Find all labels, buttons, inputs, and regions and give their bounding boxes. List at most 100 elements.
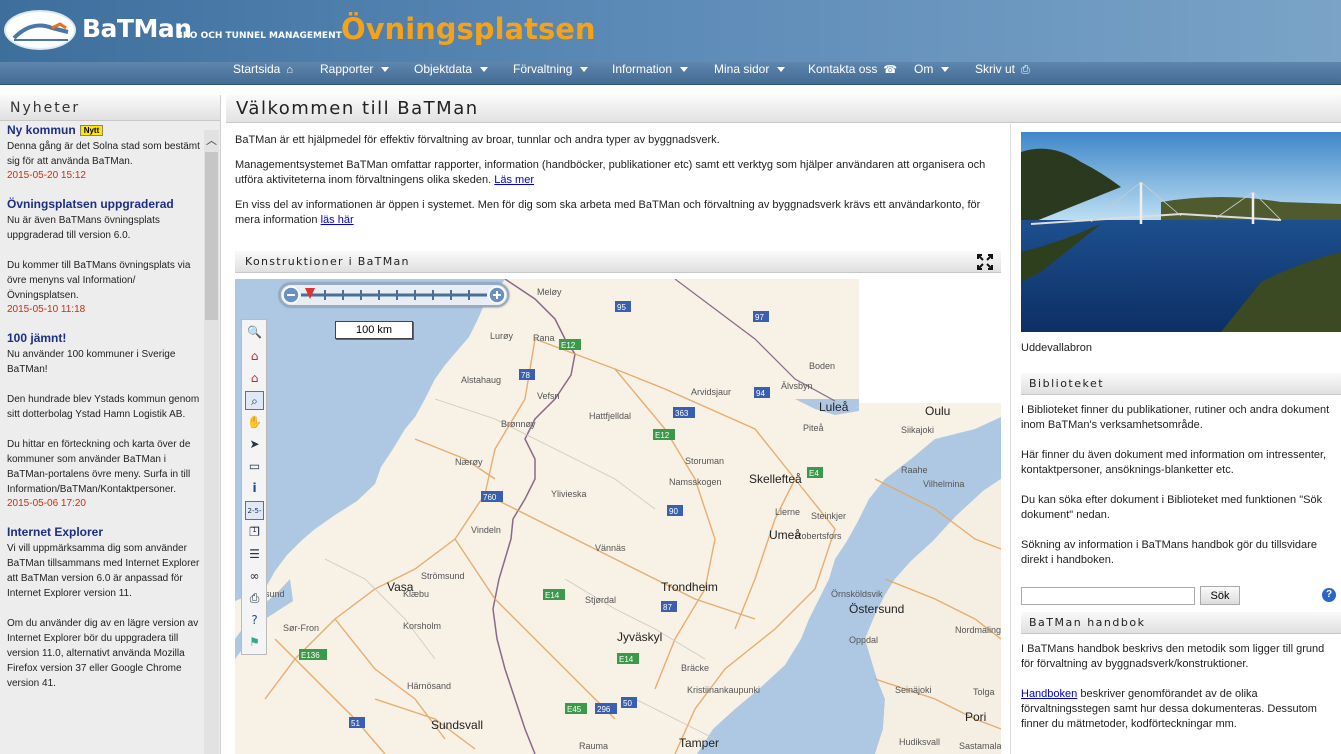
batman-logo[interactable] [4, 10, 76, 50]
home-icon: ⌂ [286, 64, 294, 76]
zoom-slider[interactable] [279, 283, 509, 307]
chevron-up-icon[interactable]: ︿ [206, 132, 217, 148]
place-label: Klæbu [403, 589, 429, 599]
news-paragraph: Du kommer till BaTMans övningsplats via … [7, 260, 191, 301]
news-panel: Nyheter Ny kommun Nytt Denna gång är det S… [0, 95, 221, 754]
search-button[interactable]: Sök [1200, 586, 1240, 605]
news-paragraph: Du hittar en förteckning och karta över … [7, 439, 191, 495]
news-title[interactable]: Internet Explorer [7, 525, 203, 539]
place-label: Oulu [925, 404, 950, 418]
news-title[interactable]: Övningsplatsen uppgraderad [7, 197, 203, 211]
bridge-logo-icon [12, 22, 69, 41]
read-more-link[interactable]: Läs mer [494, 174, 534, 186]
pointer-icon[interactable]: ➤ [245, 435, 264, 454]
structures-map[interactable]: Meløy Rana Boden Luleå Oulu Lurøy Arvidsjaur Äl… [235, 279, 1001, 754]
nav-startsida[interactable]: Startsida ⌂ [233, 62, 293, 85]
zoom-100-icon[interactable]: 🔍 [245, 323, 264, 342]
news-body: Nu använder 100 kommuner i Sverige BaTMa… [7, 347, 203, 497]
library-paragraph: Du kan söka efter dokument i Biblioteket… [1021, 494, 1323, 521]
news-paragraph: Nu är även BaTMans övningsplats uppgrade… [7, 215, 160, 241]
place-label: Hattfjelldal [589, 411, 631, 421]
help-icon[interactable]: ? [1322, 588, 1336, 602]
page-title: Välkommen till BaTMan [226, 95, 1341, 123]
place-label: Vilhelmina [923, 479, 964, 489]
brand-subtitle: BRO OCH TUNNEL MANAGEMENT [176, 31, 342, 41]
coordinates-icon[interactable]: 2-5-1 [245, 501, 264, 534]
handbook-link[interactable]: Handboken [1021, 688, 1077, 700]
place-label: Älvsbyn [781, 381, 813, 391]
road-number: 50 [623, 699, 632, 708]
fullscreen-icon[interactable] [977, 254, 993, 273]
scrollbar-thumb[interactable] [205, 152, 218, 320]
place-label: Vindeln [471, 525, 501, 535]
place-label: Boden [809, 361, 835, 371]
handbook-text: I BaTMans handbok beskrivs den metodik s… [1021, 642, 1336, 747]
map-toolbar: 🔍 ⌂ ⌂ ⌕ ✋ ➤ ▭ i 2-5-1 ❐ ☰ ∞ ⎙ ? ⚑ [241, 319, 267, 655]
nav-skriv-ut[interactable]: Skriv ut ⎙ [975, 62, 1030, 85]
nav-forvaltning[interactable]: Förvaltning [513, 62, 589, 85]
measure-icon[interactable]: ▭ [245, 457, 264, 476]
handbook-heading: BaTMan handbok [1021, 612, 1341, 634]
news-item: 100 jämnt! Nu använder 100 kommuner i Sve… [3, 331, 203, 511]
bridge-caption: Uddevallabron [1021, 342, 1092, 354]
info-icon[interactable]: i [245, 479, 264, 498]
zoom-tool-icon[interactable]: ⌕ [245, 391, 264, 410]
road-number: 87 [663, 603, 672, 612]
news-title[interactable]: Ny kommun Nytt [7, 123, 203, 137]
binoculars-icon[interactable]: ∞ [245, 567, 264, 586]
legend-list-icon[interactable]: ☰ [245, 545, 264, 564]
place-label: Skellefteå [749, 472, 802, 486]
news-title-text[interactable]: Ny kommun [7, 123, 76, 137]
map-heading: Konstruktioner i BaTMan [235, 251, 1001, 273]
home-check-icon[interactable]: ⌂ [245, 369, 264, 388]
news-title[interactable]: 100 jämnt! [7, 331, 203, 345]
road-number: 78 [521, 371, 530, 380]
news-paragraph: Om du använder dig av en lägre version a… [7, 618, 199, 689]
road-number: 90 [669, 507, 678, 516]
place-label: Lurøy [490, 331, 514, 341]
home-back-icon[interactable]: ⌂ [245, 347, 264, 366]
nav-mina-sidor[interactable]: Mina sidor [714, 62, 786, 85]
map-marker-icon[interactable]: ⚑ [245, 633, 264, 652]
intro-text-2: Managementsystemet BaTMan omfattar rappo… [235, 159, 986, 186]
layers-icon[interactable]: ❐ [245, 523, 264, 542]
road-number: 363 [675, 409, 689, 418]
news-date: 2015-05-06 17:20 [7, 498, 86, 509]
site-header: BaTMan BRO OCH TUNNEL MANAGEMENT Övnings… [0, 0, 1341, 62]
nav-information[interactable]: Information [612, 62, 689, 85]
help-icon[interactable]: ? [245, 611, 264, 630]
place-label: Kristiinankaupunki [687, 685, 760, 695]
column-divider [1010, 124, 1011, 754]
news-paragraph: Den hundrade blev Ystads kommun genom si… [7, 394, 200, 420]
place-label: Härnösand [407, 681, 451, 691]
news-title-text[interactable]: 100 jämnt! [7, 331, 66, 345]
nav-objektdata[interactable]: Objektdata [414, 62, 489, 85]
main-nav: Startsida ⌂ Rapporter Objektdata Förvaltn… [0, 62, 1341, 85]
chevron-down-icon [580, 67, 589, 73]
print-icon[interactable]: ⎙ [245, 589, 264, 608]
road-number: 51 [351, 719, 360, 728]
pan-hand-icon[interactable]: ✋ [245, 413, 264, 432]
road-number: E4 [809, 469, 819, 478]
news-scrollbar[interactable]: ︿ [204, 130, 219, 754]
road-number: E12 [561, 341, 576, 350]
nav-rapporter[interactable]: Rapporter [320, 62, 390, 85]
place-label: Alstahaug [461, 375, 501, 385]
map-canvas[interactable]: Meløy Rana Boden Luleå Oulu Lurøy Arvidsjaur Äl… [235, 279, 1001, 754]
search-input[interactable] [1021, 587, 1195, 605]
nav-om[interactable]: Om [914, 62, 950, 85]
place-label: Umeå [769, 528, 801, 542]
place-label: Vefsn [537, 391, 560, 401]
nav-kontakta-oss[interactable]: Kontakta oss ☎ [808, 62, 897, 85]
news-title-text[interactable]: Övningsplatsen uppgraderad [7, 197, 174, 211]
handbook-paragraph: Handboken beskriver genomförandet av de … [1021, 687, 1336, 732]
read-here-link[interactable]: läs här [321, 214, 354, 226]
news-body: Vi vill uppmärksamma dig som använder Ba… [7, 541, 203, 691]
news-title-text[interactable]: Internet Explorer [7, 525, 103, 539]
place-label: Sastamala [959, 741, 1001, 751]
road-number: 296 [597, 705, 611, 714]
place-label: Östersund [849, 602, 904, 616]
new-badge: Nytt [79, 125, 104, 137]
place-label: Meløy [537, 287, 562, 297]
place-label: Rana [533, 333, 555, 343]
